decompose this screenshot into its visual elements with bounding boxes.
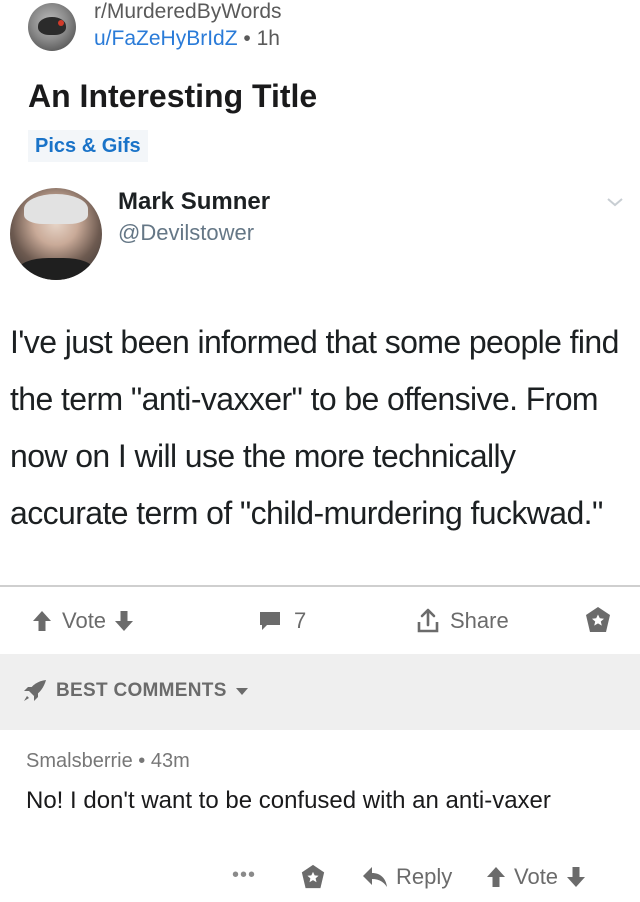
meta-separator: •	[237, 27, 257, 50]
more-options-button[interactable]: •••	[232, 864, 256, 887]
tweet-author-handle: @Devilstower	[118, 220, 255, 245]
chevron-down-icon	[607, 198, 623, 207]
save-star-icon[interactable]	[584, 606, 612, 634]
post-header: r/MurderedByWords u/FaZeHyBrIdZ • 1h	[0, 0, 640, 60]
share-button[interactable]: Share	[416, 608, 509, 634]
rocket-icon	[24, 680, 46, 701]
comments-sort-bar[interactable]: BEST COMMENTS	[0, 654, 640, 730]
tweet-image[interactable]: Mark Sumner @Devilstower I've just been …	[0, 180, 640, 586]
tweet-avatar	[10, 188, 102, 280]
sort-label: BEST COMMENTS	[56, 680, 227, 701]
divider	[0, 585, 640, 587]
post-actions: Vote 7 Share	[0, 592, 640, 650]
up-arrow-icon[interactable]	[32, 610, 52, 632]
tweet-text: I've just been informed that some people…	[10, 324, 619, 531]
post-flair[interactable]: Pics & Gifs	[28, 130, 148, 162]
down-arrow-icon[interactable]	[114, 610, 134, 632]
comment-vote-control: Vote	[486, 864, 586, 890]
up-arrow-icon[interactable]	[486, 866, 506, 888]
comment-age: 43m	[150, 750, 190, 772]
comment-vote-label: Vote	[514, 864, 559, 889]
comments-button[interactable]: 7	[258, 608, 306, 634]
reply-arrow-icon	[363, 867, 387, 887]
reply-label: Reply	[396, 864, 453, 889]
down-arrow-icon[interactable]	[566, 866, 586, 888]
reply-button[interactable]: Reply	[362, 864, 452, 890]
comment-body: No! I don't want to be confused with an …	[26, 787, 551, 814]
comment-meta: Smalsberrie • 43m	[26, 750, 190, 773]
save-star-icon[interactable]	[300, 864, 326, 890]
post-author[interactable]: u/FaZeHyBrIdZ	[94, 27, 238, 50]
avatar-hair	[24, 194, 88, 224]
share-label: Share	[450, 608, 509, 633]
subreddit-avatar[interactable]	[28, 3, 76, 51]
vote-control: Vote	[32, 608, 134, 634]
comment-actions: ••• Reply Vote	[0, 862, 640, 896]
tweet-author-name: Mark Sumner	[118, 188, 271, 215]
vote-label: Vote	[62, 608, 107, 633]
subreddit-name[interactable]: r/MurderedByWords	[94, 0, 282, 24]
comments-sort[interactable]: BEST COMMENTS	[22, 679, 249, 703]
comment-bubble-icon	[260, 612, 280, 630]
meta-separator: •	[132, 750, 151, 772]
comment-count: 7	[294, 608, 307, 633]
chevron-down-icon	[235, 688, 248, 695]
post-meta: u/FaZeHyBrIdZ • 1h	[94, 27, 280, 51]
comment-author[interactable]: Smalsberrie	[26, 750, 133, 772]
avatar-eye	[58, 20, 64, 26]
post-age: 1h	[256, 27, 280, 50]
share-icon	[417, 608, 439, 633]
avatar-shirt	[18, 258, 94, 280]
post-title[interactable]: An Interesting Title	[28, 78, 317, 115]
